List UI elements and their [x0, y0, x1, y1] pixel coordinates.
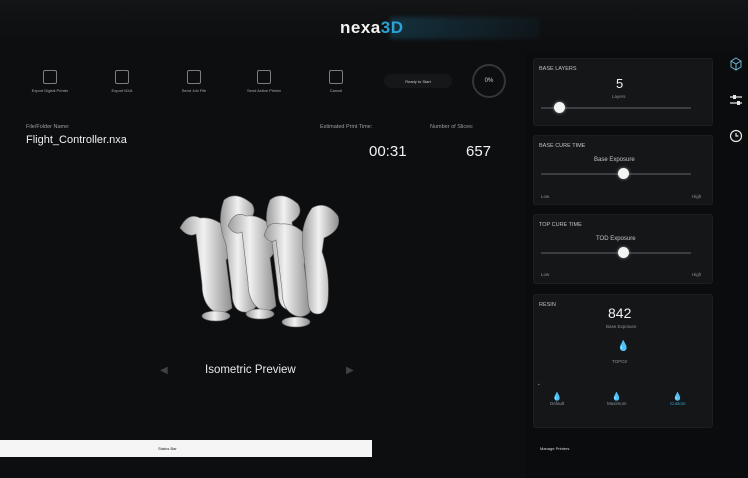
manage-printers-link[interactable]: Manage Printers: [540, 446, 569, 451]
drop-icon: 💧: [672, 392, 683, 401]
resin-default-label: Default: [550, 401, 565, 406]
printer-icon: [257, 70, 271, 84]
download-icon: [115, 70, 129, 84]
send-job-file-button[interactable]: Send Job File: [164, 66, 224, 106]
export-digital-printer-button[interactable]: Export Digital Printer: [20, 66, 80, 106]
resin-drop-caption: TOPO2: [612, 359, 628, 364]
top-cure-slider[interactable]: [541, 252, 691, 254]
base-cure-title: BASE CURE TIME: [539, 143, 586, 149]
base-cure-high: High: [692, 194, 702, 199]
top-cure-sub: TOD Exposure: [596, 236, 636, 242]
resin-marker: •: [538, 382, 540, 387]
base-cure-low: Low: [541, 194, 550, 199]
top-cure-high: High: [692, 272, 702, 277]
base-layers-unit: Layers: [612, 94, 626, 99]
cancel-button[interactable]: Cancel: [306, 66, 366, 106]
top-cure-low: Low: [541, 272, 550, 277]
cancel-icon: [329, 70, 343, 84]
model-preview-graphic: [179, 195, 339, 328]
progress-indicator: 0%: [472, 64, 506, 98]
resin-default-button[interactable]: 💧 Default: [550, 392, 564, 406]
export-icon: [43, 70, 57, 84]
base-layers-slider-knob[interactable]: [553, 102, 565, 113]
toolbar-label: Export NXA: [111, 88, 133, 93]
base-layers-value: 5: [616, 76, 624, 91]
print-time-value: 00:31: [369, 143, 407, 160]
drop-icon: 💧: [611, 392, 622, 401]
toolbar-label: Send Job File: [181, 88, 207, 93]
base-layers-title: BASE LAYERS: [539, 66, 577, 72]
file-name: Flight_Controller.nxa: [26, 134, 127, 146]
drop-icon: 💧: [552, 392, 563, 401]
resin-value-sub: Base Exposure: [606, 324, 637, 329]
resin-custom-button[interactable]: 💧 Custom: [670, 392, 686, 406]
ready-to-start-pill[interactable]: Ready to Start: [384, 74, 452, 88]
base-cure-slider-knob[interactable]: [618, 168, 629, 179]
slices-value: 657: [466, 143, 492, 160]
top-cure-title: TOP CURE TIME: [539, 222, 582, 228]
send-icon: [187, 70, 201, 84]
slices-label: Number of Slices:: [430, 124, 474, 130]
print-time-label: Estimated Print Time:: [320, 124, 373, 130]
cube-icon[interactable]: [728, 56, 744, 72]
resin-maximum-button[interactable]: 💧 Maximum: [607, 392, 627, 406]
model-preview[interactable]: [160, 190, 350, 340]
sliders-icon[interactable]: [728, 92, 744, 108]
toolbar-label: Cancel: [329, 88, 343, 93]
top-cure-slider-knob[interactable]: [618, 247, 629, 258]
resin-drop-icon: 💧: [617, 341, 630, 352]
brand-glow: [390, 17, 540, 39]
previous-view-arrow[interactable]: ◀: [160, 365, 168, 376]
resin-value: 842: [608, 305, 632, 321]
base-cure-slider[interactable]: [541, 173, 691, 175]
send-active-printer-button[interactable]: Send Active Printer: [234, 66, 294, 106]
side-toolbar: [724, 52, 748, 478]
toolbar-label: Export Digital Printer: [31, 88, 69, 93]
next-view-arrow[interactable]: ▶: [346, 365, 354, 376]
file-caption: File/Folder Name:: [26, 124, 70, 130]
app-logo: nexa3D: [340, 18, 403, 38]
toolbar-label: Send Active Printer: [246, 88, 282, 93]
brand-name: nexa: [340, 18, 381, 37]
export-nxa-button[interactable]: Export NXA: [92, 66, 152, 106]
brand-suffix: 3D: [380, 18, 404, 37]
resin-custom-label: Custom: [670, 401, 686, 406]
status-bar: [0, 440, 372, 457]
resin-title: RESIN: [539, 302, 556, 308]
base-cure-sub: Base Exposure: [594, 157, 635, 163]
preview-label: Isometric Preview: [205, 364, 296, 376]
resin-maximum-label: Maximum: [607, 401, 627, 406]
clock-icon[interactable]: [728, 128, 744, 144]
status-bar-text: Status Bar: [158, 446, 177, 451]
